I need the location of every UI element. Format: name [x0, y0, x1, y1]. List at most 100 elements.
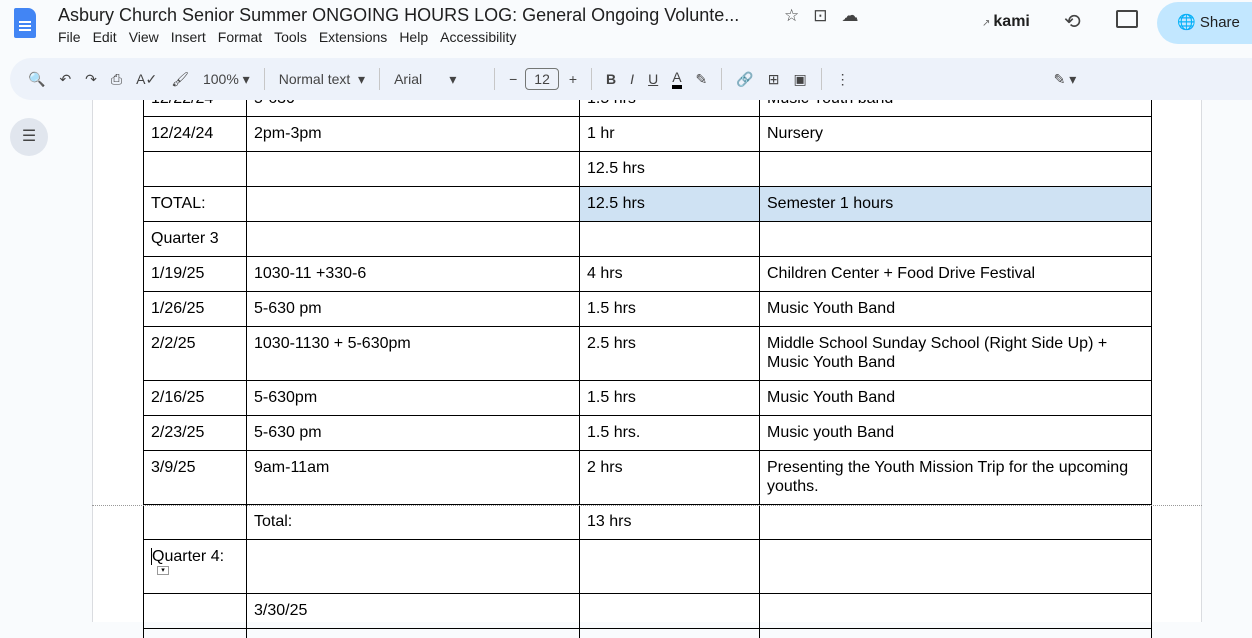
table-cell[interactable]: Music Youth Band — [759, 380, 1152, 416]
menu-extensions[interactable]: Extensions — [319, 29, 387, 45]
table-cell[interactable] — [759, 593, 1152, 629]
version-history-icon[interactable]: ⟲ — [1064, 9, 1081, 34]
table-cell[interactable]: 1030-11 +330-6 — [246, 256, 580, 292]
table-cell[interactable] — [143, 593, 247, 629]
add-comment-icon[interactable]: ⊞ — [768, 71, 780, 88]
share-button[interactable]: 🌐 Share — [1157, 2, 1252, 44]
comments-icon[interactable] — [1116, 10, 1138, 28]
table-cell[interactable] — [246, 151, 580, 187]
table-cell[interactable]: 13 hrs — [579, 504, 760, 540]
spellcheck-icon[interactable]: A✓ — [136, 71, 157, 88]
table-cell[interactable]: 4 hrs — [579, 256, 760, 292]
document-title[interactable]: Asbury Church Senior Summer ONGOING HOUR… — [58, 5, 739, 26]
table-cell[interactable] — [143, 504, 247, 540]
zoom-select[interactable]: 100% ▾ — [203, 71, 250, 88]
table-cell[interactable]: 1.5 hrs. — [579, 415, 760, 451]
cloud-saved-icon[interactable]: ☁ — [842, 6, 859, 26]
table-cell[interactable] — [759, 628, 1152, 638]
menu-help[interactable]: Help — [399, 29, 428, 45]
undo-icon[interactable]: ↶ — [59, 71, 71, 88]
table-cell[interactable]: Middle School Sunday School (Right Side … — [759, 326, 1152, 381]
menu-file[interactable]: File — [58, 29, 81, 45]
table-cell[interactable]: Music Youth Band — [759, 291, 1152, 327]
menu-accessibility[interactable]: Accessibility — [440, 29, 516, 45]
table-cell[interactable] — [143, 151, 247, 187]
table-cell[interactable]: 2pm-3pm — [246, 116, 580, 152]
bold-button[interactable]: B — [606, 71, 616, 87]
more-options-icon[interactable]: ⋮ — [836, 71, 850, 88]
docs-logo-icon[interactable] — [14, 8, 36, 38]
table-cell[interactable]: 5-630pm — [246, 380, 580, 416]
table-cell[interactable]: 5-630 pm — [246, 415, 580, 451]
font-select[interactable]: Arial ▾ — [394, 71, 480, 88]
table-cell[interactable]: 3/30/25 — [246, 593, 580, 629]
highlight-icon[interactable]: ✎ — [696, 71, 708, 88]
table-cell[interactable]: 1 hr — [579, 116, 760, 152]
italic-button[interactable]: I — [630, 71, 634, 87]
style-select[interactable]: Normal text ▾ — [279, 71, 365, 88]
table-cell[interactable]: 1.5 hrs — [579, 380, 760, 416]
table-cell[interactable]: 2 hrs — [579, 450, 760, 505]
table-cell[interactable]: 12.5 hrs — [579, 186, 760, 222]
cell-text: Music Youth Band — [767, 300, 896, 317]
insert-link-icon[interactable]: 🔗 — [736, 71, 753, 88]
menu-format[interactable]: Format — [218, 29, 262, 45]
cell-dropdown-icon[interactable]: ▾ — [157, 566, 169, 575]
table-cell[interactable] — [246, 539, 580, 594]
table-cell[interactable]: Presenting the Youth Mission Trip for th… — [759, 450, 1152, 505]
table-cell[interactable] — [579, 593, 760, 629]
table-cell[interactable]: TOTAL: — [143, 186, 247, 222]
menu-insert[interactable]: Insert — [171, 29, 206, 45]
table-cell[interactable]: 3/9/25 — [143, 450, 247, 505]
print-icon[interactable]: ⎙ — [111, 71, 122, 88]
document-outline-icon[interactable]: ☰ — [10, 118, 48, 156]
table-cell[interactable]: 2.5 hrs — [579, 326, 760, 381]
table-cell[interactable]: Music youth Band — [759, 415, 1152, 451]
insert-image-icon[interactable]: ▣ — [793, 71, 806, 88]
cell-text: 1.5 hrs — [587, 389, 636, 406]
menu-view[interactable]: View — [129, 29, 159, 45]
table-cell[interactable]: 1030-1130 + 5-630pm — [246, 326, 580, 381]
star-icon[interactable]: ☆ — [784, 6, 799, 26]
table-cell[interactable] — [579, 539, 760, 594]
decrease-font-size-button[interactable]: − — [509, 71, 517, 87]
increase-font-size-button[interactable]: + — [569, 71, 577, 87]
table-cell[interactable]: Quarter 3 — [143, 221, 247, 257]
table-cell[interactable] — [246, 628, 580, 638]
editing-mode-icon[interactable]: ✎ ▾ — [1054, 71, 1077, 88]
table-cell[interactable] — [759, 504, 1152, 540]
table-cell[interactable] — [579, 628, 760, 638]
table-cell[interactable]: Semester 1 hours — [759, 186, 1152, 222]
redo-icon[interactable]: ↷ — [85, 71, 97, 88]
table-cell[interactable]: Children Center + Food Drive Festival — [759, 256, 1152, 292]
table-cell[interactable]: 12/24/24 — [143, 116, 247, 152]
paint-format-icon[interactable]: 🖌 — [171, 71, 189, 88]
table-cell[interactable]: 12.5 hrs — [579, 151, 760, 187]
table-cell[interactable]: 1/19/25 — [143, 256, 247, 292]
kami-extension-button[interactable]: ↗ kami — [982, 13, 1030, 31]
table-cell[interactable]: 2/23/25 — [143, 415, 247, 451]
menu-edit[interactable]: Edit — [93, 29, 117, 45]
table-cell[interactable] — [246, 221, 580, 257]
menu-tools[interactable]: Tools — [274, 29, 307, 45]
table-cell[interactable]: 5-630 pm — [246, 291, 580, 327]
table-cell[interactable] — [759, 539, 1152, 594]
move-folder-icon[interactable]: ⊡ — [813, 6, 827, 26]
table-cell[interactable]: Total: — [246, 504, 580, 540]
table-cell[interactable]: Nursery — [759, 116, 1152, 152]
table-cell[interactable]: 1.5 hrs — [579, 291, 760, 327]
underline-button[interactable]: U — [648, 71, 658, 87]
table-cell[interactable]: 2/2/25 — [143, 326, 247, 381]
table-cell[interactable] — [759, 151, 1152, 187]
table-cell[interactable]: 2/16/25 — [143, 380, 247, 416]
table-cell[interactable] — [759, 221, 1152, 257]
table-cell[interactable] — [143, 628, 247, 638]
table-cell[interactable]: 1/26/25 — [143, 291, 247, 327]
search-icon[interactable]: 🔍 — [28, 71, 45, 88]
font-size-input[interactable]: 12 — [525, 68, 559, 90]
table-cell[interactable]: Quarter 4:▾ — [143, 539, 247, 594]
table-cell[interactable] — [246, 186, 580, 222]
table-cell[interactable] — [579, 221, 760, 257]
text-color-button[interactable]: A — [672, 69, 682, 89]
table-cell[interactable]: 9am-11am — [246, 450, 580, 505]
